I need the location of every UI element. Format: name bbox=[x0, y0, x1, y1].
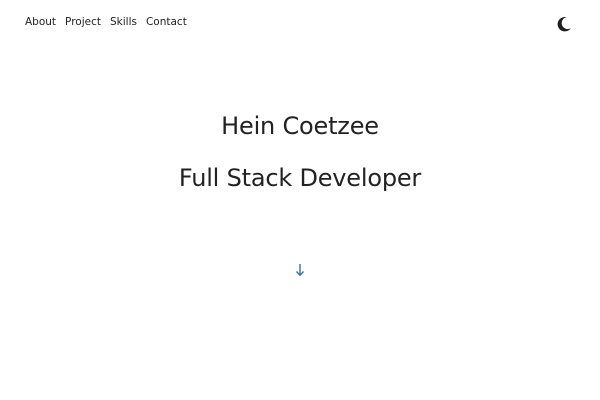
theme-toggle-button[interactable] bbox=[555, 15, 573, 33]
moon-icon bbox=[557, 16, 571, 32]
hero-role: Full Stack Developer bbox=[178, 164, 422, 192]
arrow-down-icon bbox=[295, 264, 305, 277]
nav-link-project[interactable]: Project bbox=[65, 15, 101, 29]
scroll-down-button[interactable] bbox=[294, 262, 306, 277]
nav-link-skills[interactable]: Skills bbox=[110, 15, 137, 29]
nav-link-contact[interactable]: Contact bbox=[146, 15, 187, 29]
page: About Project Skills Contact Hein Coetze… bbox=[0, 0, 600, 400]
top-nav: About Project Skills Contact bbox=[25, 15, 187, 29]
hero-name: Hein Coetzee bbox=[221, 112, 379, 140]
nav-link-about[interactable]: About bbox=[25, 15, 56, 29]
